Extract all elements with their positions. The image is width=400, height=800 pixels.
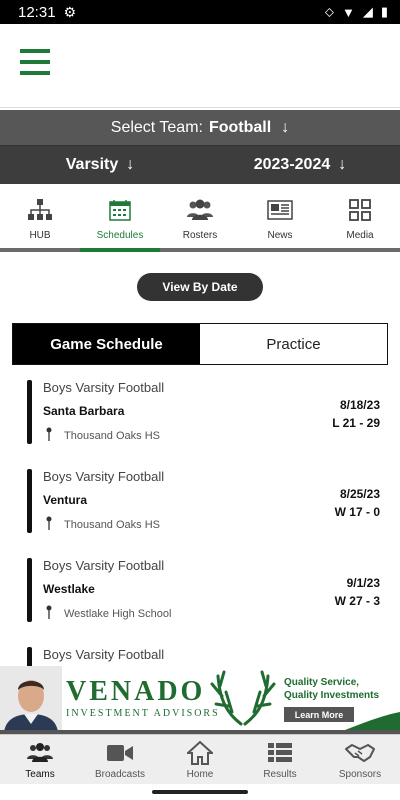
game-location: Thousand Oaks HS (46, 516, 160, 533)
ad-swoosh-decoration (340, 712, 400, 732)
sponsor-tagline: Quality Service, Quality Investments (284, 676, 379, 702)
tab-hub[interactable]: HUB (0, 184, 80, 248)
status-bar: 12:31 ⚙ ⬦ ▼ ◢ ▮ (0, 0, 400, 24)
game-date: 8/25/23 (339, 487, 380, 501)
arrow-down-icon: ↓ (338, 156, 347, 173)
game-date-result: 9/1/23 W 27 - 3 (335, 574, 380, 610)
tab-media[interactable]: Media (320, 184, 400, 248)
tab-label: HUB (29, 230, 51, 241)
map-pin-icon (46, 516, 54, 533)
game-schedule-tab[interactable]: Game Schedule (13, 324, 200, 364)
tab-schedules[interactable]: Schedules (80, 184, 160, 252)
game-result: W 27 - 3 (334, 594, 380, 608)
handshake-icon (345, 741, 375, 765)
tab-label: Media (346, 230, 374, 241)
sponsor-brand: VENADO (66, 676, 206, 707)
level-value: Varsity (65, 156, 119, 173)
game-result: W 17 - 0 (334, 505, 380, 519)
arrow-down-icon: ↓ (126, 156, 135, 173)
sponsor-tagline-2: Quality Investments (284, 690, 380, 701)
practice-tab[interactable]: Practice (200, 324, 387, 364)
wifi-icon: ▼ (341, 4, 355, 20)
game-sport: Boys Varsity Football (43, 469, 165, 484)
view-by-date-button[interactable]: View By Date (137, 273, 263, 301)
nav-home[interactable]: Home (160, 735, 240, 784)
game-date-result: 8/18/23 L 21 - 29 (332, 396, 380, 432)
map-pin-icon (46, 605, 54, 622)
game-opponent: Westlake (43, 582, 95, 596)
menu-hamburger-icon[interactable] (20, 49, 50, 75)
calendar-icon (109, 196, 131, 224)
game-row[interactable]: Boys Varsity Football Westlake Westlake … (0, 554, 400, 643)
game-opponent: Ventura (43, 493, 88, 507)
nav-label: Results (263, 769, 297, 780)
status-icons: ⬦ ▼ ◢ ▮ (325, 4, 388, 20)
results-list-icon (268, 741, 292, 765)
tab-news[interactable]: News (240, 184, 320, 248)
team-selector-value: Football (208, 118, 272, 136)
grid-icon (349, 196, 371, 224)
tab-label: News (267, 230, 293, 241)
nav-results[interactable]: Results (240, 735, 320, 784)
teams-icon (27, 741, 53, 765)
sponsor-subtitle: INVESTMENT ADVISORS (66, 708, 220, 719)
team-selector[interactable]: Select Team: Football ↓ (0, 110, 400, 146)
season-value: 2023-2024 (253, 156, 331, 173)
game-sport: Boys Varsity Football (43, 380, 165, 395)
arrow-down-icon: ↓ (281, 118, 290, 136)
video-camera-icon (107, 741, 133, 765)
sponsor-tagline-1: Quality Service, (284, 677, 360, 688)
game-row[interactable]: Boys Varsity Football Santa Barbara Thou… (0, 376, 400, 465)
advisor-photo (0, 666, 62, 732)
settings-gear-icon: ⚙ (63, 3, 77, 20)
game-indicator-bar (27, 380, 32, 444)
game-location-text: Westlake High School (64, 607, 172, 620)
nav-label: Teams (25, 769, 55, 780)
game-opponent: Santa Barbara (43, 404, 125, 418)
team-selector-label: Select Team: (110, 118, 203, 136)
game-date: 9/1/23 (346, 576, 380, 590)
tab-label: Schedules (96, 230, 144, 241)
game-date-result: 8/25/23 W 17 - 0 (335, 485, 380, 521)
gesture-handle[interactable] (152, 790, 248, 794)
game-indicator-bar (27, 558, 32, 622)
nav-label: Sponsors (338, 769, 382, 780)
game-sport: Boys Varsity Football (43, 647, 165, 662)
game-sport: Boys Varsity Football (43, 558, 165, 573)
nav-label: Home (186, 769, 214, 780)
signal-icon: ◢ (362, 4, 373, 19)
nav-teams[interactable]: Teams (0, 735, 80, 784)
battery-icon: ▮ (380, 4, 388, 19)
game-date: 8/18/23 (339, 398, 380, 412)
people-icon (187, 196, 213, 224)
map-pin-icon (46, 427, 54, 444)
game-location: Thousand Oaks HS (46, 427, 160, 444)
bottom-navigation: Teams Broadcasts Home Results Sponsors (0, 734, 400, 784)
game-indicator-bar (27, 469, 32, 533)
newspaper-icon (267, 196, 293, 224)
game-location-text: Thousand Oaks HS (64, 518, 160, 531)
season-dropdown[interactable]: 2023-2024 ↓ (200, 156, 400, 174)
filter-row: Varsity ↓ 2023-2024 ↓ (0, 146, 400, 184)
section-tabs: HUB Schedules Rosters News Media (0, 184, 400, 252)
sponsor-ad-banner[interactable]: VENADO INVESTMENT ADVISORS Quality Servi… (0, 666, 400, 732)
status-time: 12:31 (18, 3, 56, 21)
level-dropdown[interactable]: Varsity ↓ (0, 156, 200, 174)
home-icon (187, 741, 213, 765)
location-icon: ⬦ (324, 4, 334, 19)
game-location: Westlake High School (46, 605, 171, 622)
system-gesture-bar (0, 784, 400, 800)
tab-label: Rosters (182, 230, 218, 241)
game-location-text: Thousand Oaks HS (64, 429, 160, 442)
nav-sponsors[interactable]: Sponsors (320, 735, 400, 784)
nav-broadcasts[interactable]: Broadcasts (80, 735, 160, 784)
tab-rosters[interactable]: Rosters (160, 184, 240, 248)
game-row[interactable]: Boys Varsity Football Ventura Thousand O… (0, 465, 400, 554)
game-result: L 21 - 29 (332, 416, 380, 430)
hierarchy-icon (28, 196, 52, 224)
antlers-logo-icon (208, 670, 278, 731)
app-header (0, 24, 400, 108)
schedule-type-toggle: Game Schedule Practice (12, 323, 388, 365)
nav-label: Broadcasts (94, 769, 146, 780)
